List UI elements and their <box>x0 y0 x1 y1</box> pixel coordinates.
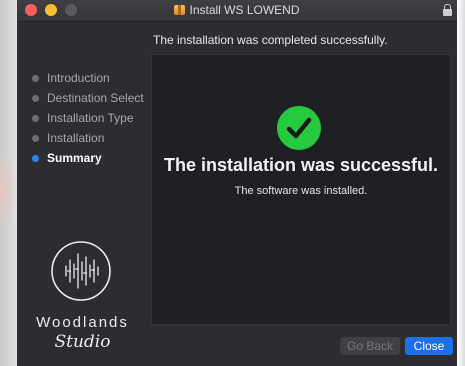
step-dot-icon <box>32 115 39 122</box>
window-title-group: Install WS LOWEND <box>17 3 457 17</box>
desktop-background-right <box>457 0 465 366</box>
step-dot-active-icon <box>32 155 39 162</box>
step-label: Installation <box>47 131 105 145</box>
step-label: Introduction <box>47 71 110 85</box>
success-detail: The software was installed. <box>234 185 368 197</box>
window-title: Install WS LOWEND <box>189 3 300 17</box>
step-installation-type: Installation Type <box>32 110 144 130</box>
title-bar[interactable]: Install WS LOWEND <box>17 0 457 22</box>
soundwave-logo-icon <box>51 241 111 301</box>
summary-panel: The installation was successful. The sof… <box>151 54 451 325</box>
step-dot-icon <box>32 95 39 102</box>
logo-text-woodlands: Woodlands <box>36 314 129 331</box>
lock-icon[interactable] <box>443 4 452 16</box>
step-summary: Summary <box>32 150 144 170</box>
step-label: Destination Select <box>47 91 144 105</box>
step-dot-icon <box>32 135 39 142</box>
step-destination-select: Destination Select <box>32 90 144 110</box>
check-circle-icon <box>277 106 321 150</box>
step-installation: Installation <box>32 130 144 150</box>
page-subtitle: The installation was completed successfu… <box>153 33 388 47</box>
package-icon <box>174 5 186 15</box>
step-dot-icon <box>32 75 39 82</box>
logo-text-studio: Studio <box>54 332 111 352</box>
go-back-button[interactable]: Go Back <box>340 337 400 355</box>
installer-steps: Introduction Destination Select Installa… <box>32 70 144 170</box>
success-headline: The installation was successful. <box>163 155 439 175</box>
close-button[interactable]: Close <box>405 337 453 355</box>
step-introduction: Introduction <box>32 70 144 90</box>
installer-window: Install WS LOWEND The installation was c… <box>17 0 457 366</box>
woodlands-studio-logo: Woodlands Studio <box>17 240 148 352</box>
desktop-background-shape <box>0 150 18 230</box>
step-label: Installation Type <box>47 111 134 125</box>
step-label: Summary <box>47 151 102 165</box>
